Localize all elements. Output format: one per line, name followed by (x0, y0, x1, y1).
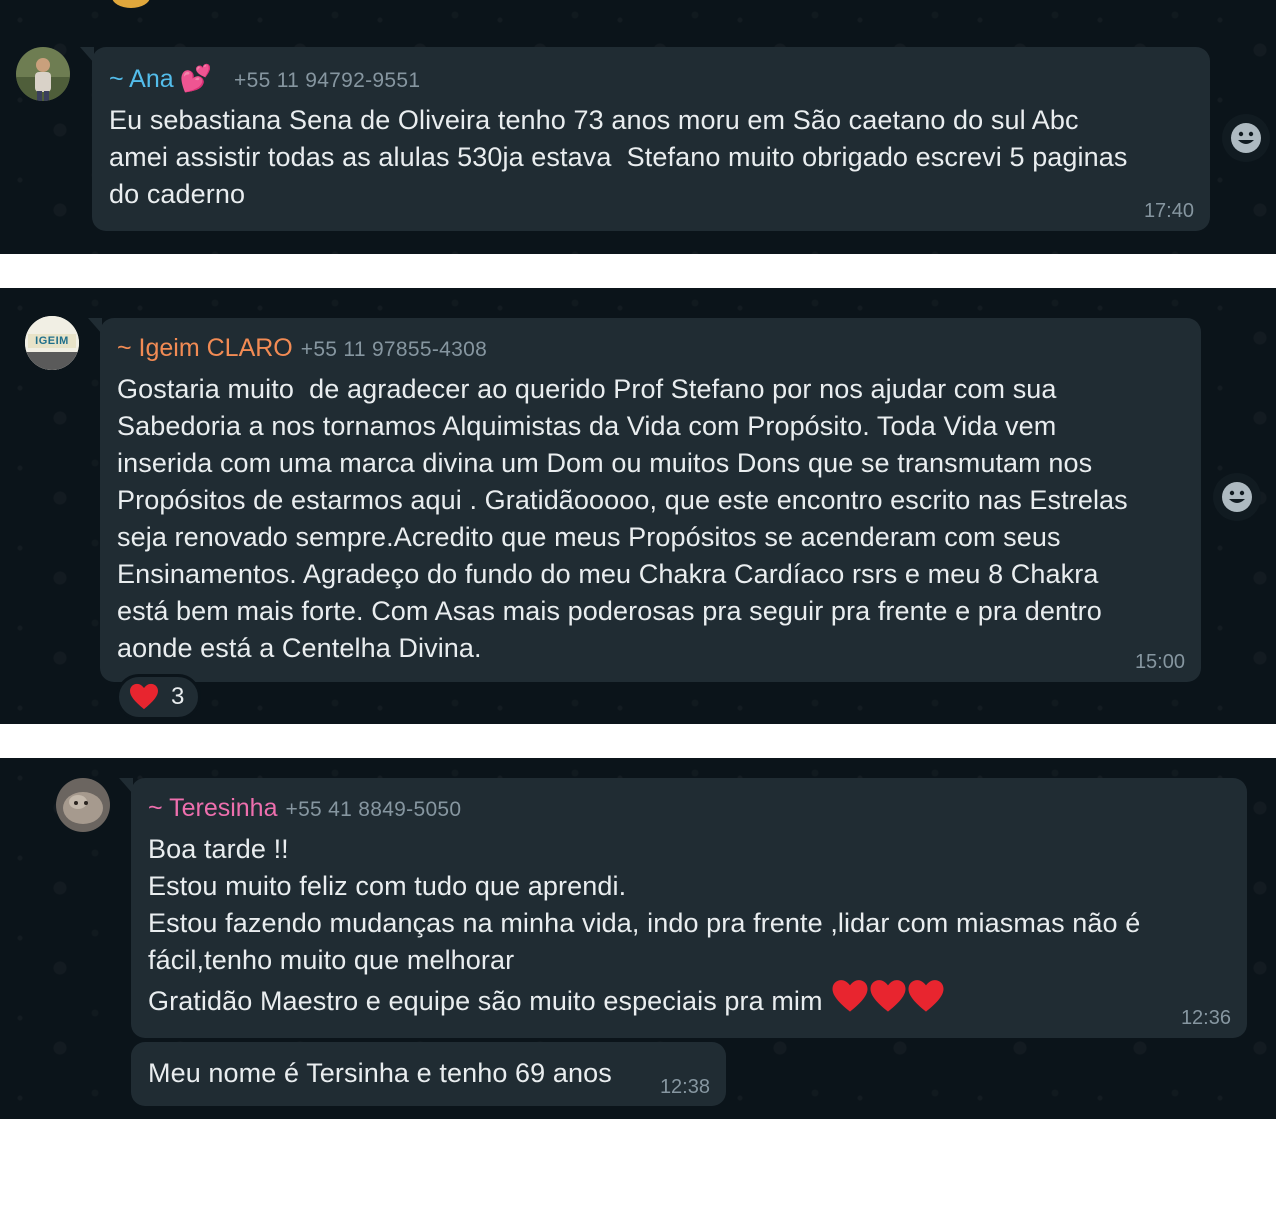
reaction-count: 3 (171, 683, 185, 710)
avatar-teresinha[interactable] (56, 778, 110, 832)
emoji-reaction-button[interactable] (1222, 114, 1270, 162)
message-time: 15:00 (1134, 651, 1185, 673)
sender-name[interactable]: ~ Ana (109, 65, 174, 94)
message-time: 17:40 (1143, 200, 1194, 222)
heart-icon (870, 980, 906, 1012)
message-text: Boa tarde !! Estou muito feliz com tudo … (148, 834, 1141, 1016)
message-text-block: Boa tarde !! Estou muito feliz com tudo … (148, 831, 1227, 1020)
message-header: ~ Ana 💕 +55 11 94792-9551 (109, 63, 1190, 94)
sender-name[interactable]: ~ Teresinha (148, 794, 278, 823)
emoji-reaction-button[interactable] (1213, 473, 1261, 521)
avatar-ana[interactable] (16, 47, 70, 101)
heart-icon (908, 980, 944, 1012)
message-text: Meu nome é Tersinha e tenho 69 anos (148, 1058, 612, 1088)
message-header: ~ Igeim CLARO +55 11 97855-4308 (117, 334, 1181, 363)
smiley-icon (1231, 123, 1261, 153)
chat-panel-ana: ~ Ana 💕 +55 11 94792-9551 Eu sebastiana … (0, 0, 1276, 254)
message-text: Gostaria muito de agradecer ao querido P… (117, 374, 1128, 663)
chat-panel-teresinha: ~ Teresinha +55 41 8849-5050 Boa tarde !… (0, 758, 1276, 1119)
sender-phone: +55 11 97855-4308 (300, 338, 488, 361)
inline-hearts (831, 980, 945, 1016)
avatar-logo-text: IGEIM (35, 335, 69, 347)
avatar-igeim[interactable]: IGEIM (25, 316, 79, 370)
message-bubble-followup[interactable]: Meu nome é Tersinha e tenho 69 anos 12:3… (131, 1042, 726, 1106)
message-time: 12:36 (1180, 1007, 1231, 1029)
sender-phone: +55 41 8849-5050 (285, 798, 462, 821)
smiley-icon (1222, 482, 1252, 512)
sender-phone: +55 11 94792-9551 (234, 69, 421, 92)
message-bubble[interactable]: ~ Teresinha +55 41 8849-5050 Boa tarde !… (119, 778, 1247, 1038)
message-header: ~ Teresinha +55 41 8849-5050 (148, 794, 1227, 823)
chat-panel-igeim: IGEIM ~ Igeim CLARO +55 11 97855-4308 Go… (0, 288, 1276, 724)
previous-reaction-fragment (112, 0, 150, 8)
reaction-badge[interactable]: 3 (116, 674, 202, 720)
sender-emoji: 💕 (179, 63, 213, 93)
avatar-ana-photo (16, 47, 70, 101)
heart-icon (130, 683, 158, 710)
message-time: 12:38 (659, 1076, 710, 1098)
message-bubble[interactable]: ~ Igeim CLARO +55 11 97855-4308 Gostaria… (88, 318, 1201, 682)
message-bubble[interactable]: ~ Ana 💕 +55 11 94792-9551 Eu sebastiana … (80, 47, 1210, 231)
heart-icon (832, 980, 868, 1012)
sender-name[interactable]: ~ Igeim CLARO (117, 334, 293, 363)
message-text: Eu sebastiana Sena de Oliveira tenho 73 … (109, 105, 1128, 209)
avatar-teresinha-photo (56, 778, 110, 832)
